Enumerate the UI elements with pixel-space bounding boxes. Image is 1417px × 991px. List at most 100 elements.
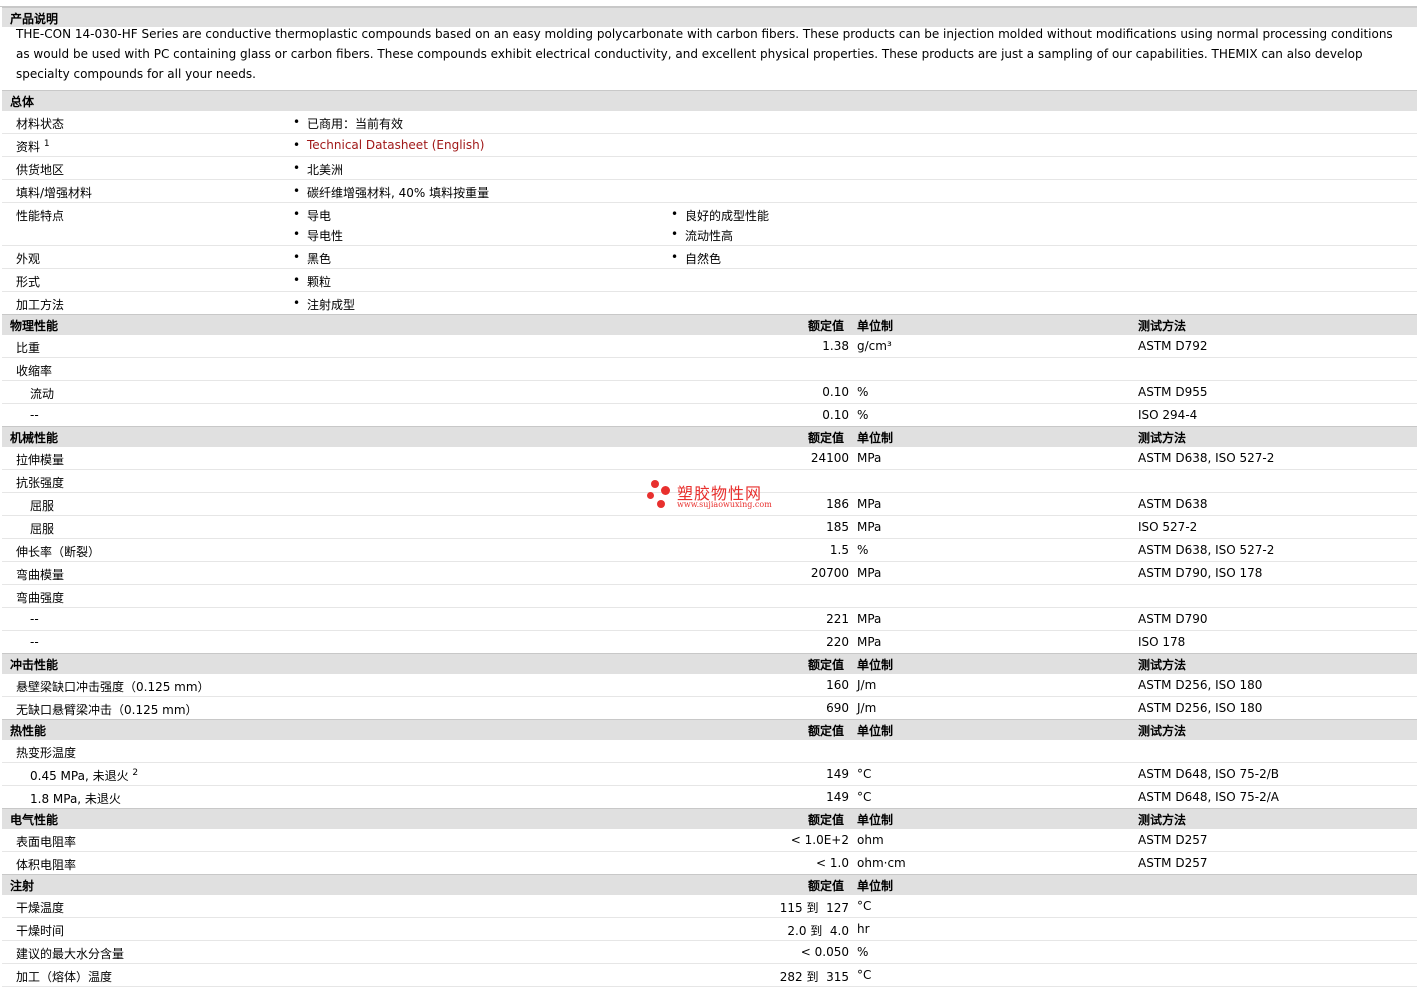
column-test: 测试方法 [1138,813,1187,827]
bullet-value: Technical Datasheet (English) [293,138,484,152]
column-nominal: 额定值 [808,724,845,738]
row-surface-resistivity: 表面电阻率 < 1.0E+2 ohm ASTM D257 [2,829,1417,852]
row-label: 填料/增强材料 [16,186,93,200]
test-method: ASTM D955 [1138,385,1208,399]
unit: MPa [857,635,882,649]
unit: % [857,945,869,959]
unit: hr [857,922,870,936]
test-method: ASTM D648, ISO 75-2/B [1138,767,1280,781]
value: 2.0 到 4.0 [787,924,849,938]
row-dtul-18: 1.8 MPa, 未退火 149 °C ASTM D648, ISO 75-2/… [2,786,1417,808]
section-title: 注射 [10,879,35,893]
bullet-value: 流动性高 [671,227,733,244]
value: 1.5 [829,543,849,557]
row-label: 外观 [16,252,41,266]
unit: °C [857,790,872,804]
row-label: 热变形温度 [16,746,77,760]
row-label: 材料状态 [16,117,65,131]
row-drying-temp: 干燥温度 115 到 127 °C [2,895,1417,918]
bullet-value: 导电 [293,207,331,224]
technical-datasheet-link[interactable]: Technical Datasheet (English) [307,138,484,152]
row-label: 建议的最大水分含量 [16,947,125,961]
row-forms: 形式 颗粒 [2,269,1417,292]
value: 115 到 127 [779,901,849,915]
row-features: 性能特点 导电 导电性 良好的成型性能 流动性高 [2,203,1417,246]
row-specific-gravity: 比重 1.38 g/cm³ ASTM D792 [2,335,1417,358]
row-notched-izod: 悬壁梁缺口冲击强度（0.125 mm） 160 J/m ASTM D256, I… [2,674,1417,697]
logo-dot-icon [657,500,665,508]
row-label: 体积电阻率 [16,858,77,872]
test-method: ASTM D256, ISO 180 [1138,678,1263,692]
test-method: ASTM D790, ISO 178 [1138,566,1263,580]
column-test: 测试方法 [1138,724,1187,738]
row-label: 弯曲强度 [16,591,65,605]
value: < 1.0 [816,856,849,870]
bullet-value: 北美洲 [293,161,343,178]
unit: MPa [857,451,882,465]
row-filler: 填料/增强材料 碳纤维增强材料, 40% 填料按重量 [2,180,1417,203]
section-header-thermal: 热性能 额定值 单位制 测试方法 [2,719,1417,740]
unit: % [857,543,869,557]
row-documents: 资料 1 Technical Datasheet (English) [2,134,1417,157]
value: 20700 [810,566,849,580]
row-label: 拉伸模量 [16,453,65,467]
test-method: ASTM D638 [1138,497,1208,511]
section-title: 总体 [10,95,35,109]
section-header-physical: 物理性能 额定值 单位制 测试方法 [2,314,1417,335]
test-method: ISO 178 [1138,635,1186,649]
test-method: ISO 527-2 [1138,520,1198,534]
row-volume-resistivity: 体积电阻率 < 1.0 ohm·cm ASTM D257 [2,852,1417,874]
row-label: 抗张强度 [16,476,65,490]
unit: MPa [857,612,882,626]
row-dtul-045: 0.45 MPa, 未退火 2 149 °C ASTM D648, ISO 75… [2,763,1417,786]
unit: MPa [857,566,882,580]
unit: MPa [857,497,882,511]
column-unit: 单位制 [857,813,894,827]
row-label: -- [30,612,39,626]
row-label: -- [30,408,39,422]
value: 0.10 [822,408,849,422]
bullet-value: 注射成型 [293,296,355,313]
row-label: 表面电阻率 [16,835,77,849]
value: 186 [826,497,849,511]
row-tensile-modulus: 拉伸模量 24100 MPa ASTM D638, ISO 527-2 [2,447,1417,470]
row-processing: 加工方法 注射成型 [2,292,1417,314]
row-label: 干燥温度 [16,901,65,915]
test-method: ASTM D256, ISO 180 [1138,701,1263,715]
row-flex-modulus: 弯曲模量 20700 MPa ASTM D790, ISO 178 [2,562,1417,585]
row-appearance: 外观 黑色 自然色 [2,246,1417,269]
row-flex-strength: 弯曲强度 [2,585,1417,608]
section-header-mechanical: 机械性能 额定值 单位制 测试方法 [2,426,1417,447]
unit: °C [857,899,872,913]
column-nominal: 额定值 [808,879,845,893]
column-nominal: 额定值 [808,813,845,827]
test-method: ASTM D257 [1138,833,1208,847]
column-nominal: 额定值 [808,319,845,333]
row-shrinkage: 收缩率 [2,358,1417,381]
test-method: ASTM D792 [1138,339,1208,353]
row-label: 形式 [16,275,41,289]
bullet-value: 良好的成型性能 [671,207,769,224]
column-test: 测试方法 [1138,658,1187,672]
value: 160 [826,678,849,692]
row-label: 干燥时间 [16,924,65,938]
bullet-value: 自然色 [671,250,721,267]
section-header-injection: 注射 额定值 单位制 [2,874,1417,895]
row-label: 供货地区 [16,163,65,177]
row-label: 1.8 MPa, 未退火 [30,792,121,806]
test-method: ISO 294-4 [1138,408,1198,422]
row-unnotched-izod: 无缺口悬臂梁冲击（0.125 mm） 690 J/m ASTM D256, IS… [2,697,1417,719]
column-test: 测试方法 [1138,431,1187,445]
section-title: 机械性能 [10,431,59,445]
column-nominal: 额定值 [808,658,845,672]
value: < 1.0E+2 [790,833,849,847]
logo-dot-icon [661,486,670,495]
value: 149 [826,790,849,804]
row-label: 屈服 [30,499,55,513]
value: 220 [826,635,849,649]
row-label: -- [30,635,39,649]
watermark-url: www.sujiaowuxing.com [677,500,772,509]
test-method: ASTM D638, ISO 527-2 [1138,451,1275,465]
column-unit: 单位制 [857,319,894,333]
column-unit: 单位制 [857,724,894,738]
